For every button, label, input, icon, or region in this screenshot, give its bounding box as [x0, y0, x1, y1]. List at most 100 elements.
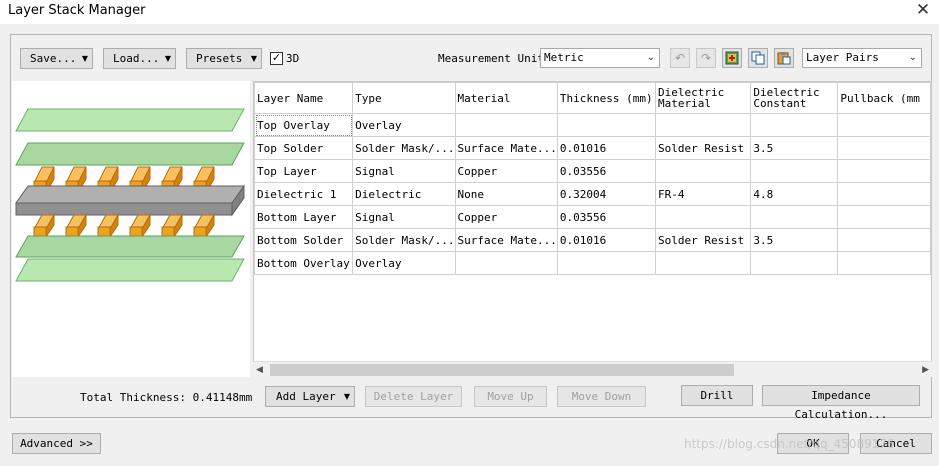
table-cell[interactable]: Signal: [352, 205, 456, 229]
table-cell[interactable]: [750, 159, 839, 183]
table-cell[interactable]: 3.5: [750, 228, 839, 252]
table-cell[interactable]: 0.01016: [556, 228, 657, 252]
column-header[interactable]: Thickness (mm): [556, 82, 657, 114]
paste-icon[interactable]: [774, 48, 794, 68]
table-row[interactable]: Top Overlay Overlay: [254, 113, 931, 137]
three-d-label: 3D: [286, 52, 300, 65]
table-cell[interactable]: Bottom Solder: [254, 228, 354, 252]
table-cell[interactable]: Signal: [352, 159, 456, 183]
redo-icon[interactable]: ↷: [696, 48, 716, 68]
scrollbar-thumb[interactable]: [270, 364, 734, 376]
table-cell[interactable]: Top Layer: [254, 159, 354, 183]
table-cell[interactable]: [837, 251, 931, 275]
window-title: Layer Stack Manager: [8, 3, 146, 18]
table-cell[interactable]: Solder Mask/...: [352, 136, 456, 160]
layer-pairs-value: Layer Pairs: [806, 51, 879, 64]
stackup-3d-preview: [12, 81, 250, 377]
table-cell[interactable]: Overlay: [352, 251, 456, 275]
table-cell[interactable]: [750, 251, 839, 275]
impedance-calculation-button[interactable]: Impedance Calculation...: [762, 385, 920, 421]
table-cell[interactable]: [837, 182, 931, 206]
column-header[interactable]: Pullback (mm: [837, 82, 931, 114]
close-icon[interactable]: ✕: [911, 0, 935, 22]
total-thickness-label: Total Thickness: 0.41148mm: [80, 391, 253, 404]
column-header[interactable]: Material: [454, 82, 558, 114]
bottom-overlay-layer-shape: [15, 258, 245, 282]
table-cell[interactable]: [556, 251, 657, 275]
table-cell[interactable]: [655, 205, 752, 229]
add-layer-button[interactable]: Add Layer ▼: [265, 386, 355, 407]
table-cell[interactable]: [655, 159, 752, 183]
table-cell[interactable]: [837, 136, 931, 160]
delete-layer-button[interactable]: Delete Layer: [365, 386, 462, 407]
table-cell[interactable]: 4.8: [750, 182, 839, 206]
table-cell[interactable]: Copper: [454, 159, 558, 183]
column-header[interactable]: Type: [352, 82, 456, 114]
table-cell[interactable]: [837, 159, 931, 183]
table-cell[interactable]: Dielectric: [352, 182, 456, 206]
move-down-button[interactable]: Move Down: [557, 386, 646, 407]
table-cell[interactable]: FR-4: [655, 182, 752, 206]
table-cell[interactable]: [750, 205, 839, 229]
table-row[interactable]: Bottom Layer Signal Copper 0.03556: [254, 205, 931, 229]
chevron-down-icon: ⌄: [908, 52, 917, 63]
column-header[interactable]: Dielectric Material: [655, 82, 752, 114]
measurement-unit-label: Measurement Unit: [438, 52, 544, 65]
copy-icon[interactable]: [748, 48, 768, 68]
dielectric-layer-shape: [15, 184, 245, 217]
three-d-checkbox[interactable]: ✓: [270, 52, 283, 65]
move-up-button[interactable]: Move Up: [474, 386, 547, 407]
table-cell[interactable]: Bottom Layer: [254, 205, 354, 229]
table-cell[interactable]: 0.03556: [556, 205, 657, 229]
table-cell[interactable]: 3.5: [750, 136, 839, 160]
column-header[interactable]: Dielectric Constant: [750, 82, 839, 114]
table-cell[interactable]: Solder Resist: [655, 136, 752, 160]
table-cell[interactable]: [750, 113, 839, 137]
table-cell[interactable]: Dielectric 1: [254, 182, 354, 206]
table-row[interactable]: Dielectric 1 Dielectric None 0.32004 FR-4 4.8: [254, 182, 931, 206]
table-cell[interactable]: Overlay: [352, 113, 456, 137]
table-cell[interactable]: [454, 251, 558, 275]
load-dropdown-button[interactable]: Load... ▼: [103, 48, 176, 69]
column-header[interactable]: Layer Name: [254, 82, 354, 114]
table-cell[interactable]: None: [454, 182, 558, 206]
undo-icon[interactable]: ↶: [670, 48, 690, 68]
advanced-button[interactable]: Advanced >>: [12, 433, 101, 454]
table-cell[interactable]: 0.03556: [556, 159, 657, 183]
add-layer-icon[interactable]: [722, 48, 742, 68]
table-row[interactable]: Top Layer Signal Copper 0.03556: [254, 159, 931, 183]
table-cell[interactable]: Copper: [454, 205, 558, 229]
watermark-text: https://blog.csdn.net/qq_45089176: [684, 437, 895, 451]
table-cell[interactable]: Surface Mate...: [454, 136, 558, 160]
layer-pairs-select[interactable]: Layer Pairs ⌄: [802, 48, 922, 68]
table-cell[interactable]: [837, 113, 931, 137]
table-cell[interactable]: [837, 205, 931, 229]
drill-button[interactable]: Drill: [681, 385, 753, 406]
table-cell[interactable]: [655, 113, 752, 137]
horizontal-scrollbar[interactable]: ◀ ▶: [253, 361, 932, 377]
stackup-illustration: [15, 108, 245, 282]
table-row[interactable]: Top Solder Solder Mask/... Surface Mate...…: [254, 136, 931, 160]
top-solder-layer-shape: [15, 142, 245, 166]
table-cell[interactable]: 0.01016: [556, 136, 657, 160]
table-row[interactable]: Bottom Solder Solder Mask/... Surface Mate…: [254, 228, 931, 252]
measurement-unit-select[interactable]: Metric ⌄: [540, 48, 660, 68]
table-cell[interactable]: Top Overlay: [254, 113, 354, 137]
table-cell[interactable]: Surface Mate...: [454, 228, 558, 252]
scroll-right-icon[interactable]: ▶: [922, 362, 929, 378]
table-cell[interactable]: 0.32004: [556, 182, 657, 206]
table-cell[interactable]: Top Solder: [254, 136, 354, 160]
table-cell[interactable]: [556, 113, 657, 137]
table-cell[interactable]: [655, 251, 752, 275]
presets-dropdown-button[interactable]: Presets ▼: [186, 48, 262, 69]
table-cell[interactable]: Solder Mask/...: [352, 228, 456, 252]
table-cell[interactable]: [454, 113, 558, 137]
save-label: Save...: [30, 52, 77, 65]
table-cell[interactable]: [837, 228, 931, 252]
table-row[interactable]: Bottom Overlay Overlay: [254, 251, 931, 275]
table-cell[interactable]: Solder Resist: [655, 228, 752, 252]
save-dropdown-button[interactable]: Save... ▼: [20, 48, 93, 69]
bottom-solder-layer-shape: [15, 235, 245, 258]
table-cell[interactable]: Bottom Overlay: [254, 251, 354, 275]
scroll-left-icon[interactable]: ◀: [256, 362, 263, 378]
